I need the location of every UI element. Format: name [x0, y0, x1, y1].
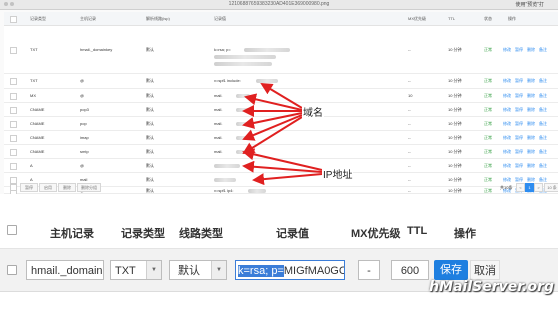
panel-col-mx: MX优先级: [351, 228, 401, 240]
cancel-button[interactable]: 取消: [470, 260, 500, 280]
panel-col-type: 记录类型: [121, 228, 165, 240]
chevron-down-icon: ▼: [146, 261, 161, 279]
host-input[interactable]: hmail._domainkey: [26, 260, 104, 280]
mx-input[interactable]: -: [358, 260, 380, 280]
edit-row-checkbox[interactable]: [7, 265, 17, 275]
chevron-down-icon: ▼: [211, 261, 226, 279]
panel-col-actions: 操作: [454, 228, 476, 240]
domain-arrows: [242, 82, 303, 155]
ip-annotation-label: IP地址: [322, 166, 354, 181]
ttl-input[interactable]: 600: [391, 260, 429, 280]
type-select[interactable]: TXT ▼: [110, 260, 162, 280]
save-button[interactable]: 保存: [434, 260, 468, 280]
panel-col-ttl: TTL: [407, 225, 428, 237]
value-input[interactable]: k=rsa; p=MIGfMA0GCSqG: [235, 260, 345, 280]
value-selected-text: k=rsa; p=: [238, 265, 284, 277]
annotation-arrows: [242, 82, 323, 186]
panel-select-all-checkbox[interactable]: [7, 225, 17, 235]
dns-record-window: 12106887659383230AD401E369000980.png 使用"…: [0, 0, 558, 194]
panel-col-line: 线路类型: [179, 228, 223, 240]
line-select-value: 默认: [178, 265, 200, 277]
record-edit-panel: 主机记录 记录类型 线路类型 记录值 MX优先级 TTL 操作 hmail._d…: [0, 202, 558, 318]
ip-arrows: [242, 148, 323, 186]
watermark-logo: hMailServer.org: [429, 279, 554, 295]
domain-annotation-label: 域名: [302, 104, 324, 119]
value-rest-text: MIGfMA0GCSqG: [283, 265, 345, 277]
panel-col-value: 记录值: [276, 228, 309, 240]
panel-col-host: 主机记录: [50, 228, 94, 240]
type-select-value: TXT: [115, 265, 136, 277]
edit-panel-header: 主机记录 记录类型 线路类型 记录值 MX优先级 TTL 操作: [0, 212, 558, 249]
line-select[interactable]: 默认 ▼: [169, 260, 227, 280]
